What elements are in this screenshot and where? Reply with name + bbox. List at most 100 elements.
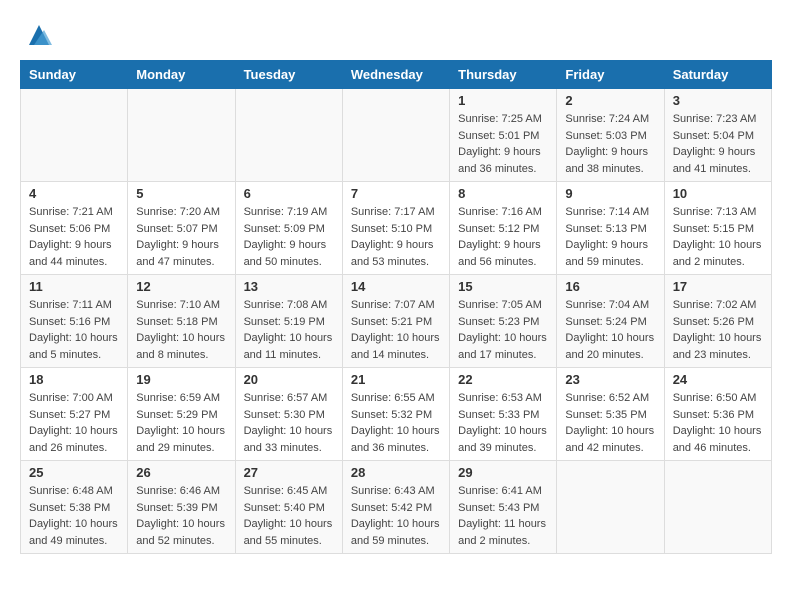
header-friday: Friday — [557, 61, 664, 89]
day-info: Sunrise: 7:11 AM Sunset: 5:16 PM Dayligh… — [29, 297, 119, 363]
calendar-cell: 5 Sunrise: 7:20 AM Sunset: 5:07 PM Daylig… — [128, 182, 235, 275]
calendar-cell: 7 Sunrise: 7:17 AM Sunset: 5:10 PM Daylig… — [342, 182, 449, 275]
day-number: 14 — [351, 279, 441, 294]
day-info: Sunrise: 6:53 AM Sunset: 5:33 PM Dayligh… — [458, 390, 548, 456]
calendar-cell — [21, 89, 128, 182]
day-number: 3 — [673, 93, 763, 108]
day-info: Sunrise: 7:20 AM Sunset: 5:07 PM Dayligh… — [136, 204, 226, 270]
calendar-cell: 13 Sunrise: 7:08 AM Sunset: 5:19 PM Dayli… — [235, 275, 342, 368]
day-number: 13 — [244, 279, 334, 294]
day-number: 22 — [458, 372, 548, 387]
day-info: Sunrise: 7:07 AM Sunset: 5:21 PM Dayligh… — [351, 297, 441, 363]
calendar-cell — [664, 461, 771, 554]
page-header — [20, 20, 772, 50]
day-number: 26 — [136, 465, 226, 480]
day-info: Sunrise: 7:10 AM Sunset: 5:18 PM Dayligh… — [136, 297, 226, 363]
day-info: Sunrise: 7:25 AM Sunset: 5:01 PM Dayligh… — [458, 111, 548, 177]
calendar-cell: 27Sunrise: 6:45 AM Sunset: 5:40 PM Dayli… — [235, 461, 342, 554]
day-info: Sunrise: 7:16 AM Sunset: 5:12 PM Dayligh… — [458, 204, 548, 270]
day-number: 25 — [29, 465, 119, 480]
day-info: Sunrise: 6:59 AM Sunset: 5:29 PM Dayligh… — [136, 390, 226, 456]
day-info: Sunrise: 6:46 AM Sunset: 5:39 PM Dayligh… — [136, 483, 226, 549]
calendar-cell: 15Sunrise: 7:05 AM Sunset: 5:23 PM Dayli… — [450, 275, 557, 368]
calendar-cell: 17 Sunrise: 7:02 AM Sunset: 5:26 PM Dayli… — [664, 275, 771, 368]
calendar-week-1: 1 Sunrise: 7:25 AM Sunset: 5:01 PM Daylig… — [21, 89, 772, 182]
calendar-cell: 22 Sunrise: 6:53 AM Sunset: 5:33 PM Dayli… — [450, 368, 557, 461]
day-number: 29 — [458, 465, 548, 480]
day-info: Sunrise: 7:08 AM Sunset: 5:19 PM Dayligh… — [244, 297, 334, 363]
header-wednesday: Wednesday — [342, 61, 449, 89]
day-info: Sunrise: 7:05 AM Sunset: 5:23 PM Dayligh… — [458, 297, 548, 363]
day-info: Sunrise: 7:21 AM Sunset: 5:06 PM Dayligh… — [29, 204, 119, 270]
day-info: Sunrise: 7:02 AM Sunset: 5:26 PM Dayligh… — [673, 297, 763, 363]
calendar-cell: 20 Sunrise: 6:57 AM Sunset: 5:30 PM Dayli… — [235, 368, 342, 461]
day-number: 23 — [565, 372, 655, 387]
calendar-cell: 28 Sunrise: 6:43 AM Sunset: 5:42 PM Dayli… — [342, 461, 449, 554]
calendar-cell — [342, 89, 449, 182]
calendar-week-2: 4 Sunrise: 7:21 AM Sunset: 5:06 PM Daylig… — [21, 182, 772, 275]
day-info: Sunrise: 7:17 AM Sunset: 5:10 PM Dayligh… — [351, 204, 441, 270]
header-monday: Monday — [128, 61, 235, 89]
day-number: 2 — [565, 93, 655, 108]
calendar-cell: 10Sunrise: 7:13 AM Sunset: 5:15 PM Dayli… — [664, 182, 771, 275]
day-info: Sunrise: 6:57 AM Sunset: 5:30 PM Dayligh… — [244, 390, 334, 456]
calendar-week-5: 25 Sunrise: 6:48 AM Sunset: 5:38 PM Dayli… — [21, 461, 772, 554]
day-number: 7 — [351, 186, 441, 201]
calendar-cell: 24Sunrise: 6:50 AM Sunset: 5:36 PM Dayli… — [664, 368, 771, 461]
calendar-cell: 18 Sunrise: 7:00 AM Sunset: 5:27 PM Dayli… — [21, 368, 128, 461]
day-info: Sunrise: 7:23 AM Sunset: 5:04 PM Dayligh… — [673, 111, 763, 177]
day-info: Sunrise: 7:24 AM Sunset: 5:03 PM Dayligh… — [565, 111, 655, 177]
day-info: Sunrise: 7:04 AM Sunset: 5:24 PM Dayligh… — [565, 297, 655, 363]
calendar-cell: 6 Sunrise: 7:19 AM Sunset: 5:09 PM Daylig… — [235, 182, 342, 275]
day-number: 5 — [136, 186, 226, 201]
calendar-week-3: 11 Sunrise: 7:11 AM Sunset: 5:16 PM Dayli… — [21, 275, 772, 368]
day-number: 11 — [29, 279, 119, 294]
calendar-cell: 16 Sunrise: 7:04 AM Sunset: 5:24 PM Dayli… — [557, 275, 664, 368]
calendar-cell: 12Sunrise: 7:10 AM Sunset: 5:18 PM Dayli… — [128, 275, 235, 368]
calendar-cell: 21Sunrise: 6:55 AM Sunset: 5:32 PM Dayli… — [342, 368, 449, 461]
header-tuesday: Tuesday — [235, 61, 342, 89]
calendar-cell: 9 Sunrise: 7:14 AM Sunset: 5:13 PM Daylig… — [557, 182, 664, 275]
calendar-cell — [128, 89, 235, 182]
header-sunday: Sunday — [21, 61, 128, 89]
day-info: Sunrise: 6:52 AM Sunset: 5:35 PM Dayligh… — [565, 390, 655, 456]
header-thursday: Thursday — [450, 61, 557, 89]
day-number: 16 — [565, 279, 655, 294]
calendar-cell: 11 Sunrise: 7:11 AM Sunset: 5:16 PM Dayli… — [21, 275, 128, 368]
day-number: 17 — [673, 279, 763, 294]
day-number: 28 — [351, 465, 441, 480]
calendar-cell: 8 Sunrise: 7:16 AM Sunset: 5:12 PM Daylig… — [450, 182, 557, 275]
calendar-week-4: 18 Sunrise: 7:00 AM Sunset: 5:27 PM Dayli… — [21, 368, 772, 461]
day-number: 24 — [673, 372, 763, 387]
day-number: 1 — [458, 93, 548, 108]
calendar-cell: 1 Sunrise: 7:25 AM Sunset: 5:01 PM Daylig… — [450, 89, 557, 182]
calendar-cell — [235, 89, 342, 182]
day-info: Sunrise: 7:19 AM Sunset: 5:09 PM Dayligh… — [244, 204, 334, 270]
day-number: 9 — [565, 186, 655, 201]
day-info: Sunrise: 7:00 AM Sunset: 5:27 PM Dayligh… — [29, 390, 119, 456]
calendar-cell: 19Sunrise: 6:59 AM Sunset: 5:29 PM Dayli… — [128, 368, 235, 461]
calendar-cell — [557, 461, 664, 554]
calendar-cell: 29 Sunrise: 6:41 AM Sunset: 5:43 PM Dayli… — [450, 461, 557, 554]
calendar-header: Sunday Monday Tuesday Wednesday Thursday… — [21, 61, 772, 89]
day-info: Sunrise: 6:48 AM Sunset: 5:38 PM Dayligh… — [29, 483, 119, 549]
logo — [20, 20, 54, 50]
day-info: Sunrise: 7:13 AM Sunset: 5:15 PM Dayligh… — [673, 204, 763, 270]
day-number: 6 — [244, 186, 334, 201]
day-info: Sunrise: 6:43 AM Sunset: 5:42 PM Dayligh… — [351, 483, 441, 549]
calendar-table: Sunday Monday Tuesday Wednesday Thursday… — [20, 60, 772, 554]
day-number: 8 — [458, 186, 548, 201]
day-info: Sunrise: 7:14 AM Sunset: 5:13 PM Dayligh… — [565, 204, 655, 270]
calendar-cell: 14 Sunrise: 7:07 AM Sunset: 5:21 PM Dayli… — [342, 275, 449, 368]
logo-icon — [24, 20, 54, 50]
calendar-cell: 26 Sunrise: 6:46 AM Sunset: 5:39 PM Dayli… — [128, 461, 235, 554]
calendar-body: 1 Sunrise: 7:25 AM Sunset: 5:01 PM Daylig… — [21, 89, 772, 554]
day-info: Sunrise: 6:45 AM Sunset: 5:40 PM Dayligh… — [244, 483, 334, 549]
calendar-cell: 4 Sunrise: 7:21 AM Sunset: 5:06 PM Daylig… — [21, 182, 128, 275]
calendar-cell: 25 Sunrise: 6:48 AM Sunset: 5:38 PM Dayli… — [21, 461, 128, 554]
day-info: Sunrise: 6:41 AM Sunset: 5:43 PM Dayligh… — [458, 483, 548, 549]
day-number: 4 — [29, 186, 119, 201]
day-number: 20 — [244, 372, 334, 387]
day-info: Sunrise: 6:55 AM Sunset: 5:32 PM Dayligh… — [351, 390, 441, 456]
day-number: 18 — [29, 372, 119, 387]
